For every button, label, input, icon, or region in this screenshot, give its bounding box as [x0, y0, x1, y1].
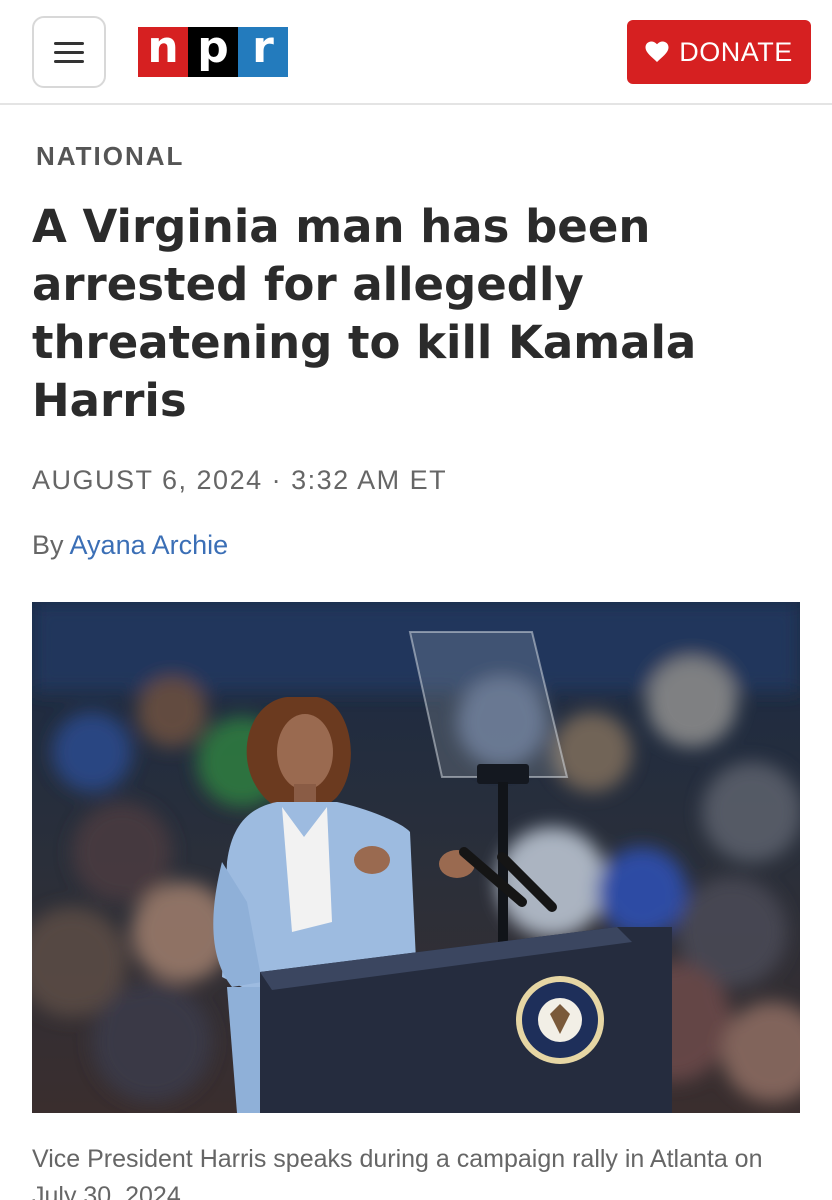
site-header: n p r DONATE — [0, 0, 832, 105]
donate-button[interactable]: DONATE — [627, 20, 811, 84]
menu-button[interactable] — [32, 16, 106, 88]
logo-letter-r: r — [238, 26, 288, 77]
byline-prefix: By — [32, 530, 64, 560]
logo-letter-p: p — [188, 26, 238, 77]
logo-letter-n: n — [138, 26, 188, 77]
heart-icon — [645, 41, 669, 62]
npr-logo[interactable]: n p r — [138, 26, 288, 77]
donate-label: DONATE — [679, 36, 793, 67]
rally-photo-illustration — [32, 602, 800, 1113]
article-headline: A Virginia man has been arrested for all… — [32, 200, 697, 427]
author-link[interactable]: Ayana Archie — [70, 530, 229, 560]
hamburger-menu-icon — [54, 41, 84, 45]
section-label[interactable]: NATIONAL — [36, 141, 184, 172]
article-photo — [32, 602, 800, 1113]
photo-caption: Vice President Harris speaks during a ca… — [32, 1145, 763, 1200]
article-byline: By Ayana Archie — [32, 530, 228, 561]
article-dateline: AUGUST 6, 2024 · 3:32 AM ET — [32, 465, 448, 495]
